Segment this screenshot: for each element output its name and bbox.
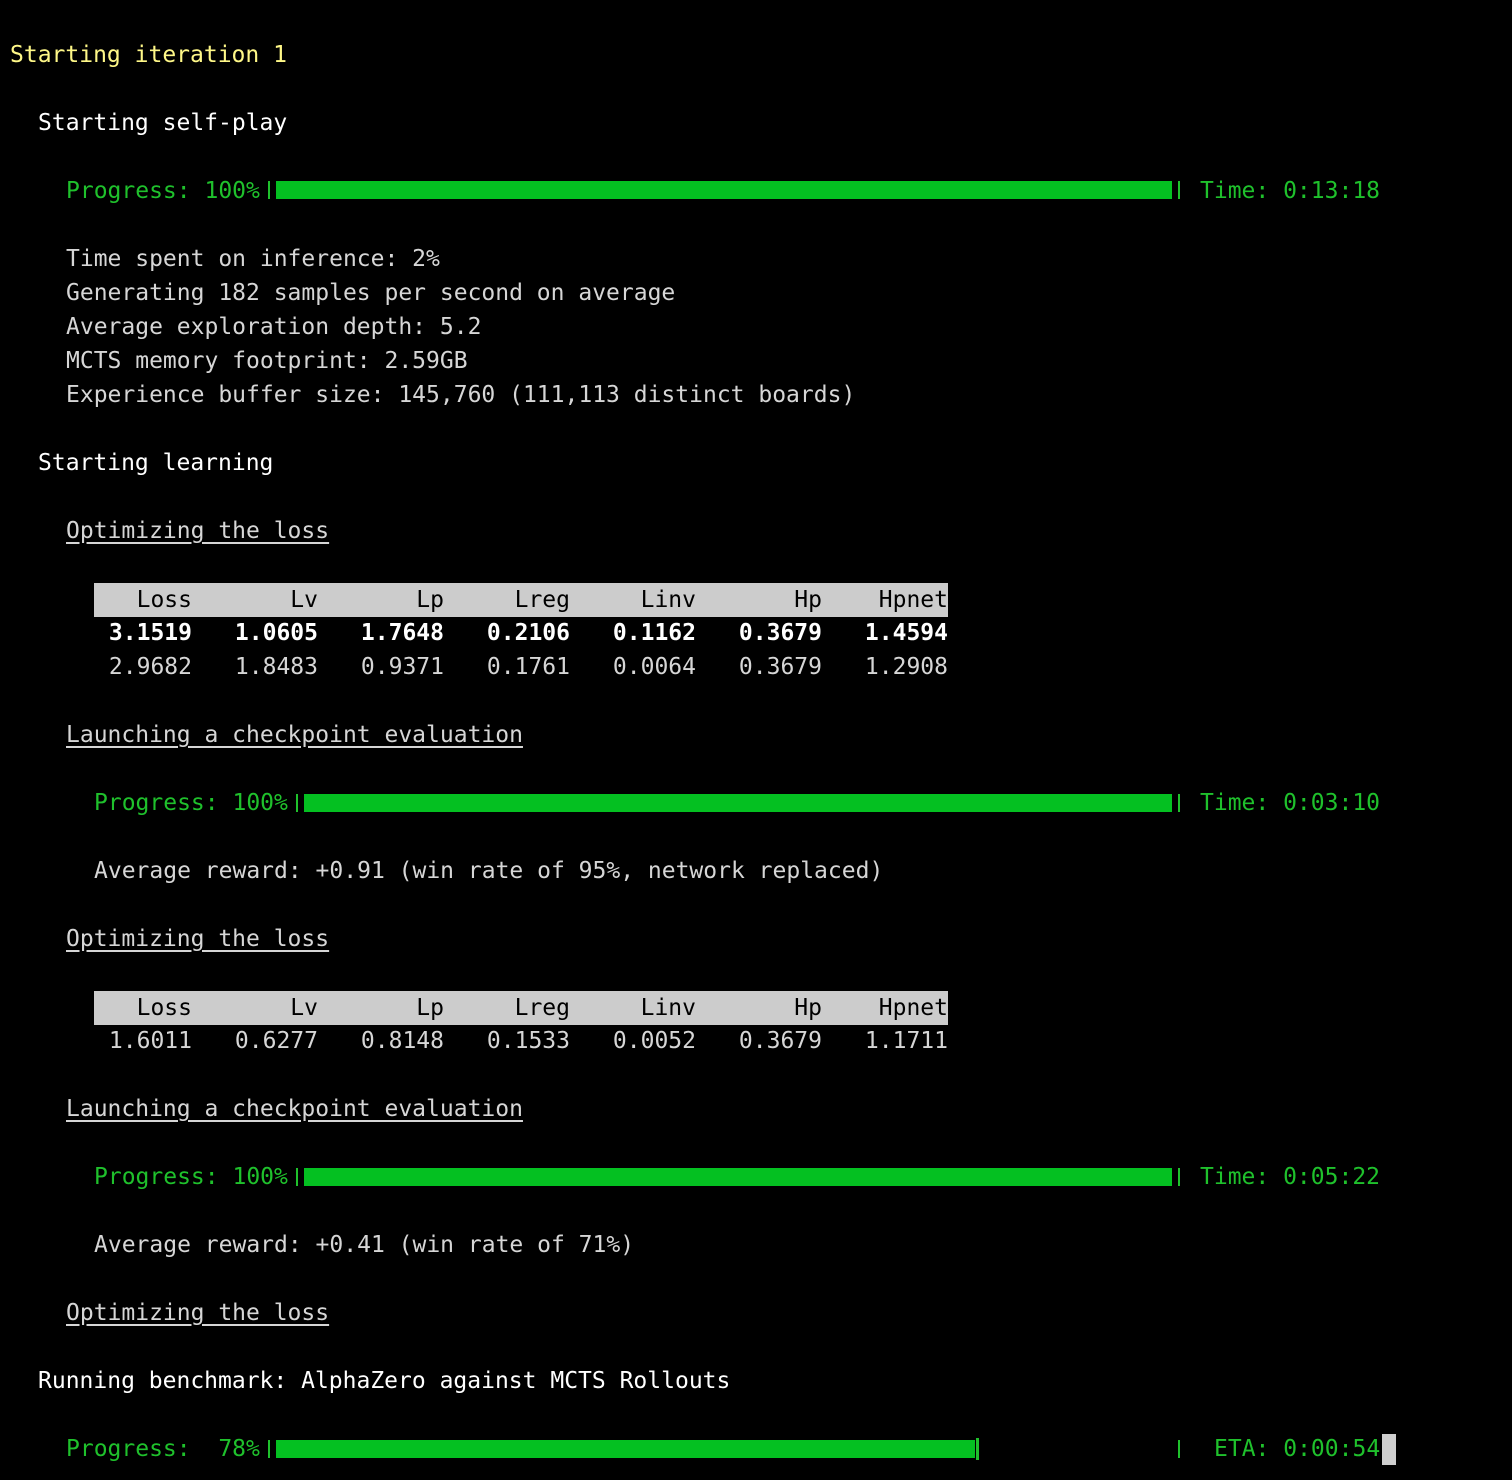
eval1-progress-label: Progress: 100% [94,790,288,816]
terminal-cursor [1382,1434,1396,1465]
stat-memory: MCTS memory footprint: 2.59GB [66,348,468,374]
table-cell: 1.1711 [864,1028,948,1054]
eval2-progress-left-edge [296,1168,298,1186]
table-cell: 0.9371 [360,654,444,680]
table-cell: 0.3679 [738,654,822,680]
optimizing-loss-title: Optimizing the loss [66,1300,330,1326]
header-hpnet: Hpnet [878,995,948,1021]
checkpoint-eval-title: Launching a checkpoint evaluation [66,722,523,748]
selfplay-progress-bar [276,181,1172,199]
table-cell: 0.6277 [234,1028,318,1054]
header-hp: Hp [794,587,822,613]
header-loss: Loss [136,587,192,613]
benchmark-progress-left-edge [268,1440,270,1458]
eval1-progress-right-edge [1178,794,1180,812]
header-hpnet: Hpnet [878,587,948,613]
iteration-title: Starting iteration 1 [10,42,287,68]
table-cell: 1.0605 [234,620,318,646]
table-cell: 2.9682 [108,654,192,680]
header-lp: Lp [416,587,444,613]
table-cell: 0.1533 [486,1028,570,1054]
table-cell: 0.0052 [612,1028,696,1054]
selfplay-progress-label: Progress: 100% [66,178,260,204]
header-lreg: Lreg [514,995,570,1021]
eval2-progress-label: Progress: 100% [94,1164,288,1190]
header-lreg: Lreg [514,587,570,613]
table-cell: 1.7648 [360,620,444,646]
table-cell: 3.1519 [108,620,192,646]
table-cell: 0.0064 [612,654,696,680]
benchmark-progress-bar [276,1440,975,1458]
benchmark-title: Running benchmark: AlphaZero against MCT… [38,1368,731,1394]
optimizing-loss-title: Optimizing the loss [66,926,330,952]
benchmark-progress-label: Progress: 78% [66,1436,260,1462]
checkpoint-eval-title: Launching a checkpoint evaluation [66,1096,523,1122]
table-cell: 1.6011 [108,1028,192,1054]
eval1-result: Average reward: +0.91 (win rate of 95%, … [94,858,884,884]
stat-depth: Average exploration depth: 5.2 [66,314,482,340]
stat-inference: Time spent on inference: 2% [66,246,440,272]
learning-title: Starting learning [38,450,274,476]
table-cell: 0.3679 [738,1028,822,1054]
table-cell: 0.1761 [486,654,570,680]
eval2-progress-right-edge [1178,1168,1180,1186]
eval2-progress-bar [304,1168,1172,1186]
eval1-time: Time: 0:03:10 [1200,790,1381,816]
table-cell: 0.8148 [360,1028,444,1054]
table-cell: 0.2106 [486,620,570,646]
eval2-result: Average reward: +0.41 (win rate of 71%) [94,1232,635,1258]
benchmark-eta: ETA: 0:00:54 [1214,1436,1381,1462]
selfplay-progress-left-edge [268,181,270,199]
stat-samples: Generating 182 samples per second on ave… [66,280,676,306]
header-hp: Hp [794,995,822,1021]
table-cell: 1.2908 [864,654,948,680]
table-cell: 0.1162 [612,620,696,646]
header-lv: Lv [290,995,318,1021]
header-linv: Linv [640,995,696,1021]
table-cell: 1.4594 [864,620,948,646]
header-lv: Lv [290,587,318,613]
header-loss: Loss [136,995,192,1021]
optimizing-loss-title: Optimizing the loss [66,518,330,544]
selfplay-title: Starting self-play [38,110,288,136]
selfplay-progress-right-edge [1178,181,1180,199]
stat-buffer: Experience buffer size: 145,760 (111,113… [66,382,856,408]
eval1-progress-bar [304,794,1172,812]
table-cell: 0.3679 [738,620,822,646]
eval2-time: Time: 0:05:22 [1200,1164,1381,1190]
table-cell: 1.8483 [234,654,318,680]
benchmark-progress-head [976,1438,979,1460]
eval1-progress-left-edge [296,794,298,812]
benchmark-progress-right-edge [1178,1440,1180,1458]
selfplay-time: Time: 0:13:18 [1200,178,1381,204]
header-lp: Lp [416,995,444,1021]
header-linv: Linv [640,587,696,613]
